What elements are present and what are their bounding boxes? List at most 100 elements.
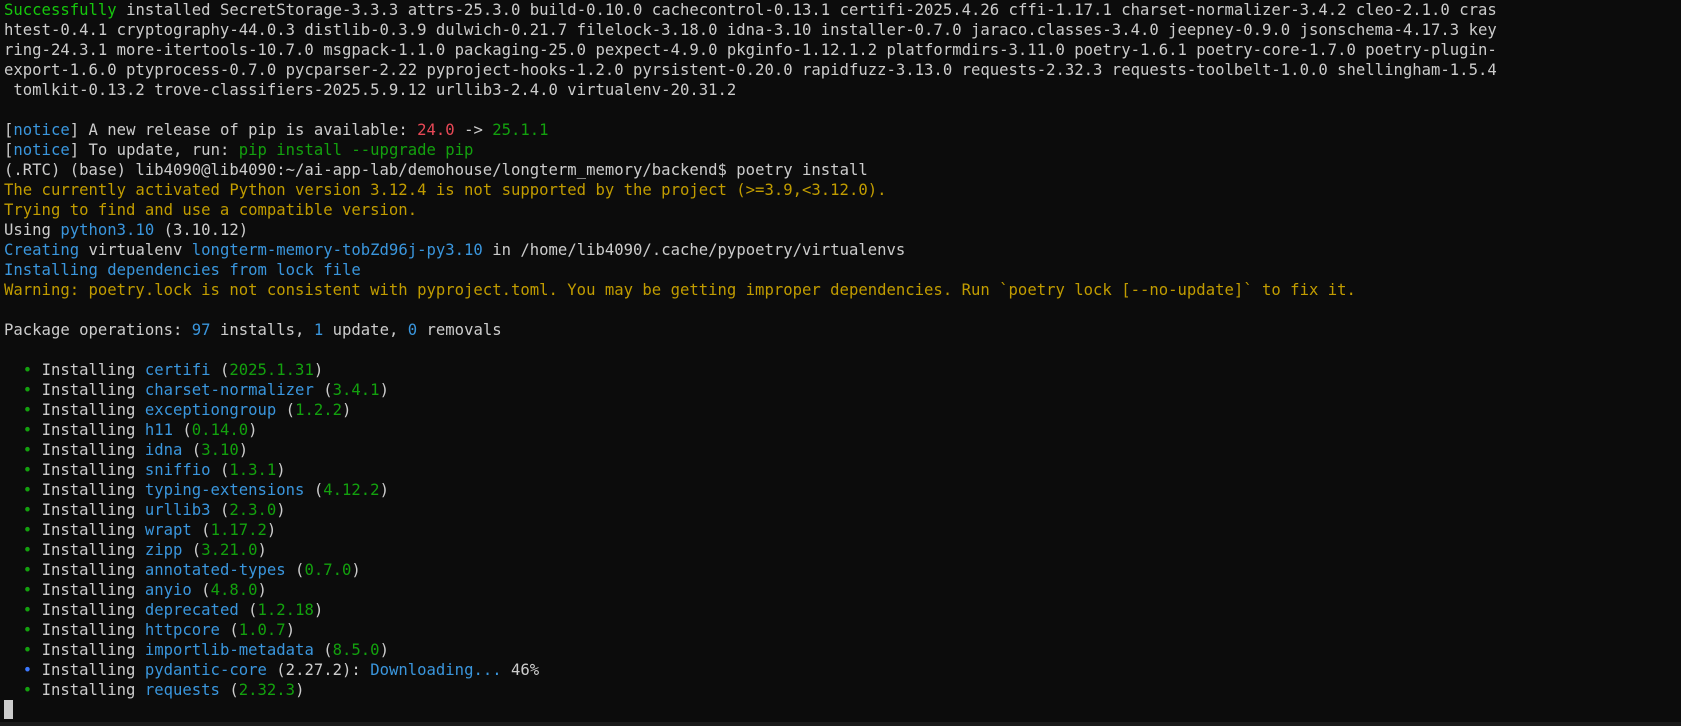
install-line: • Installing httpcore (1.0.7) (22, 621, 296, 639)
package-name: importlib-metadata (144, 641, 314, 659)
install-line: • Installing zipp (3.21.0) (22, 541, 267, 559)
pip-success-line: tomlkit-0.13.2 trove-classifiers-2025.5.… (4, 81, 737, 99)
package-version: 3.21.0 (201, 541, 258, 559)
shell-command: poetry install (736, 161, 868, 179)
package-version: 3.4.1 (332, 381, 380, 399)
pip-success-line: export-1.6.0 ptyprocess-0.7.0 pycparser-… (4, 61, 1497, 79)
install-word: Installing (41, 501, 136, 519)
notice-old-version: 24.0 (417, 121, 455, 139)
installing-deps-line: Installing dependencies from lock file (4, 261, 361, 279)
bottom-edge (0, 722, 1681, 726)
package-name: deprecated (144, 601, 239, 619)
package-version: 1.2.18 (257, 601, 314, 619)
install-line: • Installing h11 (0.14.0) (22, 421, 258, 439)
bullet-icon: • (22, 461, 33, 479)
shell-prompt-line: (.RTC) (base) lib4090@lib4090:~/ai-app-l… (4, 160, 1681, 180)
install-word: Installing (41, 661, 136, 679)
install-line: • Installing urllib3 (2.3.0) (22, 501, 286, 519)
install-word: Installing (41, 621, 136, 639)
creating-venv-line: Creating virtualenv longterm-memory-tobZ… (4, 240, 1681, 260)
installs-count: 97 (191, 321, 211, 339)
terminal-window[interactable]: Successfully installed SecretStorage-3.3… (0, 0, 1681, 726)
trying-compatible-line: Trying to find and use a compatible vers… (4, 201, 418, 219)
text-cursor (4, 700, 13, 719)
package-version: 1.3.1 (229, 461, 277, 479)
update-label: update, (332, 321, 399, 339)
using-python-line: Using python3.10 (3.10.12) (4, 220, 1681, 240)
installs-label: installs, (219, 321, 305, 339)
bullet-icon: • (22, 581, 33, 599)
bullet-icon: • (22, 361, 33, 379)
install-word: Installing (41, 581, 136, 599)
notice-update-command: pip install --upgrade pip (238, 141, 474, 159)
bullet-icon: • (22, 481, 33, 499)
bullet-icon: • (22, 681, 33, 699)
creating-word: Creating (4, 241, 80, 259)
removals-count: 0 (407, 321, 418, 339)
lock-warning-line: Warning: poetry.lock is not consistent w… (4, 281, 1356, 299)
notice-arrow: -> (464, 121, 483, 139)
using-python-version: (3.10.12) (163, 221, 249, 239)
install-line: • Installing anyio (4.8.0) (22, 581, 267, 599)
package-version: 1.17.2 (210, 521, 267, 539)
pip-success-text: installed SecretStorage-3.3.3 attrs-25.3… (126, 1, 1497, 19)
success-word: Successfully (4, 1, 117, 19)
install-line: • Installing typing-extensions (4.12.2) (22, 481, 389, 499)
package-name: typing-extensions (144, 481, 305, 499)
creating-virtualenv: virtualenv (88, 241, 183, 259)
package-version: 4.12.2 (323, 481, 380, 499)
package-version: 0.7.0 (304, 561, 352, 579)
pip-success-line: Successfully installed SecretStorage-3.3… (4, 0, 1681, 20)
install-line: • Installing exceptiongroup (1.2.2) (22, 401, 352, 419)
package-name: annotated-types (144, 561, 286, 579)
install-word: Installing (41, 521, 136, 539)
update-count: 1 (313, 321, 324, 339)
pip-success-line: ring-24.3.1 more-itertools-10.7.0 msgpac… (4, 41, 1497, 59)
package-name: h11 (144, 421, 174, 439)
cursor-line[interactable] (4, 700, 1681, 720)
package-name: pydantic-core (144, 661, 267, 679)
bullet-icon: • (22, 401, 33, 419)
package-name: urllib3 (144, 501, 211, 519)
notice-release-text: A new release of pip is available: (88, 121, 408, 139)
package-name: anyio (144, 581, 192, 599)
package-name: zipp (144, 541, 183, 559)
notice-tag: notice (13, 121, 70, 139)
package-name: exceptiongroup (144, 401, 277, 419)
package-operations-line: Package operations: 97 installs, 1 updat… (4, 320, 1681, 340)
package-version: 4.8.0 (210, 581, 258, 599)
package-name: certifi (144, 361, 211, 379)
package-version: 1.0.7 (238, 621, 286, 639)
bullet-icon: • (22, 561, 33, 579)
pip-success-line: htest-0.4.1 cryptography-44.0.3 distlib-… (4, 21, 1497, 39)
package-version: 1.2.2 (295, 401, 343, 419)
pip-notice-update: [notice] To update, run: pip install --u… (4, 141, 474, 159)
install-word: Installing (41, 481, 136, 499)
bullet-icon: • (22, 441, 33, 459)
install-word: Installing (41, 461, 136, 479)
download-percent: 46% (511, 661, 540, 679)
install-word: Installing (41, 401, 136, 419)
bullet-icon: • (22, 421, 33, 439)
download-status: Downloading... (370, 661, 502, 679)
package-ops-prefix: Package operations: (4, 321, 183, 339)
bullet-icon: • (22, 501, 33, 519)
install-line: • Installing annotated-types (0.7.0) (22, 561, 361, 579)
package-name: httpcore (144, 621, 220, 639)
bullet-icon: • (22, 521, 33, 539)
package-version: 8.5.0 (332, 641, 380, 659)
install-word: Installing (41, 541, 136, 559)
bullet-icon: • (22, 541, 33, 559)
shell-prompt: (.RTC) (base) lib4090@lib4090:~/ai-app-l… (4, 161, 727, 179)
package-version: (2.27.2): (276, 661, 361, 679)
package-name: charset-normalizer (144, 381, 314, 399)
package-version: 3.10 (201, 441, 239, 459)
install-word: Installing (41, 361, 136, 379)
bullet-icon: • (22, 601, 33, 619)
install-word: Installing (41, 681, 136, 699)
install-word: Installing (41, 561, 136, 579)
bullet-icon: • (22, 621, 33, 639)
install-word: Installing (41, 441, 136, 459)
